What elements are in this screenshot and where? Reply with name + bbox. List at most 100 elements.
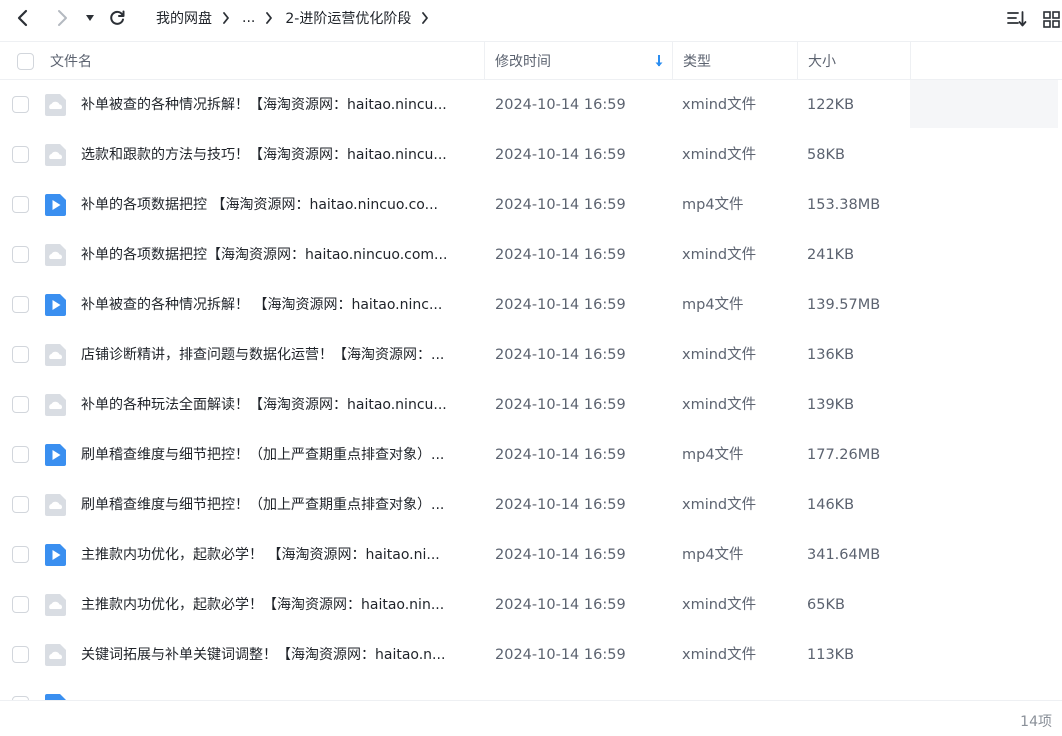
row-checkbox[interactable]: [12, 446, 29, 463]
row-checkbox[interactable]: [12, 396, 29, 413]
modified-time: 2024-10-14 16:59: [495, 147, 626, 163]
file-size: 153.38MB: [807, 197, 881, 213]
column-divider[interactable]: [672, 42, 673, 80]
file-row[interactable]: 补单的各种玩法全面解读！【海淘资源网：haitao.nincu... 2024-1…: [0, 380, 1062, 430]
file-name[interactable]: 补单的各项数据把控 【海淘资源网：haitao.nincuo.co...: [81, 195, 476, 215]
document-file-icon: [45, 94, 66, 116]
file-name[interactable]: 刷单稽查维度与细节把控！（加上严查期重点排查对象）...: [81, 445, 476, 465]
row-checkbox[interactable]: [12, 646, 29, 663]
column-divider[interactable]: [797, 42, 798, 80]
row-checkbox[interactable]: [12, 246, 29, 263]
file-size: 65KB: [807, 597, 845, 613]
caret-down-icon: [86, 15, 94, 21]
row-checkbox[interactable]: [12, 346, 29, 363]
row-checkbox[interactable]: [12, 596, 29, 613]
file-type: xmind文件: [682, 147, 757, 163]
breadcrumb-current[interactable]: 2-进阶运营优化阶段: [285, 8, 411, 28]
file-row[interactable]: 补单被查的各种情况拆解！【海淘资源网：haitao.nincu... 2024-1…: [0, 80, 1062, 130]
file-size: 136KB: [807, 347, 855, 363]
file-row[interactable]: 补单的各项数据把控【海淘资源网：haitao.nincuo.com... 2024…: [0, 230, 1062, 280]
file-row[interactable]: 补单的各项数据把控 【海淘资源网：haitao.nincuo.co... 2024…: [0, 180, 1062, 230]
document-file-icon: [45, 344, 66, 366]
file-size: 58KB: [807, 147, 845, 163]
row-checkbox[interactable]: [12, 546, 29, 563]
breadcrumb-root[interactable]: 我的网盘: [156, 8, 212, 28]
grid-view-icon: [1042, 10, 1060, 28]
file-row[interactable]: 刷单稽查维度与细节把控！（加上严查期重点排查对象）... 2024-10-14 1…: [0, 480, 1062, 530]
file-type: mp4文件: [682, 447, 744, 463]
file-name[interactable]: 关键词拓展与补单关键词调整！【海淘资源网：haitao.n...: [81, 645, 476, 665]
file-name[interactable]: 补单被查的各种情况拆解！【海淘资源网：haitao.nincu...: [81, 95, 476, 115]
select-all-checkbox[interactable]: [17, 42, 34, 80]
file-name[interactable]: 店铺诊断精讲，排查问题与数据化运营！【海淘资源网：...: [81, 345, 476, 365]
file-size: 241KB: [807, 247, 855, 263]
file-row[interactable]: 关键词拓展与补单关键词调整！【海淘资源网：haitao.n... 2024-10-…: [0, 630, 1062, 680]
row-checkbox[interactable]: [12, 496, 29, 513]
file-type: xmind文件: [682, 597, 757, 613]
breadcrumb: 我的网盘 ... 2-进阶运营优化阶段: [156, 7, 441, 29]
file-row[interactable]: 刷单稽查维度与细节把控！（加上严查期重点排查对象）... 2024-10-14 1…: [0, 430, 1062, 480]
sort-desc-arrow-icon[interactable]: [654, 42, 664, 80]
file-name[interactable]: 补单的各项数据把控【海淘资源网：haitao.nincuo.com...: [81, 245, 476, 265]
row-checkbox[interactable]: [12, 96, 29, 113]
status-bar: 14项: [0, 700, 1062, 736]
toolbar: 我的网盘 ... 2-进阶运营优化阶段: [0, 0, 1062, 36]
document-file-icon: [45, 594, 66, 616]
file-size: 139.57MB: [807, 297, 881, 313]
grid-view-button[interactable]: [1040, 8, 1062, 30]
file-row[interactable]: 主推款内功优化，起款必学！【海淘资源网：haitao.nin... 2024-10…: [0, 580, 1062, 630]
modified-time: 2024-10-14 16:59: [495, 597, 626, 613]
column-header-size[interactable]: 大小: [808, 42, 836, 80]
sort-list-icon: [1007, 11, 1027, 27]
history-dropdown-button[interactable]: [80, 6, 100, 30]
row-checkbox[interactable]: [12, 146, 29, 163]
chevron-left-icon: [17, 9, 28, 27]
back-button[interactable]: [11, 6, 35, 30]
modified-time: 2024-10-14 16:59: [495, 297, 626, 313]
file-row[interactable]: 补单被查的各种情况拆解！ 【海淘资源网：haitao.ninc... 2024-1…: [0, 280, 1062, 330]
modified-time: 2024-10-14 16:59: [495, 647, 626, 663]
file-row[interactable]: [0, 680, 1062, 700]
file-type: mp4文件: [682, 197, 744, 213]
modified-time: 2024-10-14 16:59: [495, 397, 626, 413]
row-checkbox[interactable]: [12, 196, 29, 213]
file-row[interactable]: 选款和跟款的方法与技巧！【海淘资源网：haitao.nincu... 2024-1…: [0, 130, 1062, 180]
file-type: mp4文件: [682, 297, 744, 313]
file-name[interactable]: 补单的各种玩法全面解读！【海淘资源网：haitao.nincu...: [81, 395, 476, 415]
document-file-icon: [45, 244, 66, 266]
file-name[interactable]: 选款和跟款的方法与技巧！【海淘资源网：haitao.nincu...: [81, 145, 476, 165]
column-divider[interactable]: [910, 42, 911, 80]
file-row[interactable]: 主推款内功优化，起款必学！ 【海淘资源网：haitao.ni... 2024-10…: [0, 530, 1062, 580]
file-row[interactable]: 店铺诊断精讲，排查问题与数据化运营！【海淘资源网：... 2024-10-14 1…: [0, 330, 1062, 380]
file-type: xmind文件: [682, 497, 757, 513]
refresh-button[interactable]: [105, 6, 129, 30]
modified-time: 2024-10-14 16:59: [495, 447, 626, 463]
file-name[interactable]: 补单被查的各种情况拆解！ 【海淘资源网：haitao.ninc...: [81, 295, 476, 315]
file-name[interactable]: 刷单稽查维度与细节把控！（加上严查期重点排查对象）...: [81, 495, 476, 515]
file-size: 113KB: [807, 647, 855, 663]
item-count: 14项: [1020, 714, 1052, 730]
forward-button[interactable]: [50, 6, 74, 30]
file-list: 补单被查的各种情况拆解！【海淘资源网：haitao.nincu... 2024-1…: [0, 80, 1062, 700]
modified-time: 2024-10-14 16:59: [495, 347, 626, 363]
file-name[interactable]: 主推款内功优化，起款必学！【海淘资源网：haitao.nin...: [81, 595, 476, 615]
file-size: 139KB: [807, 397, 855, 413]
breadcrumb-ellipsis[interactable]: ...: [242, 10, 255, 26]
file-type: xmind文件: [682, 397, 757, 413]
file-type: xmind文件: [682, 97, 757, 113]
column-header-name[interactable]: 文件名: [50, 42, 92, 80]
file-type: xmind文件: [682, 647, 757, 663]
column-divider[interactable]: [484, 42, 485, 80]
file-type: mp4文件: [682, 547, 744, 563]
row-checkbox[interactable]: [12, 296, 29, 313]
file-size: 341.64MB: [807, 547, 881, 563]
column-header-modified[interactable]: 修改时间: [495, 42, 551, 80]
file-name[interactable]: 主推款内功优化，起款必学！ 【海淘资源网：haitao.ni...: [81, 545, 476, 565]
sort-button[interactable]: [1006, 8, 1028, 30]
file-list-header: 文件名 修改时间 类型 大小: [0, 41, 1062, 80]
file-size: 177.26MB: [807, 447, 881, 463]
video-file-icon: [45, 294, 66, 316]
checkbox[interactable]: [17, 52, 34, 70]
modified-time: 2024-10-14 16:59: [495, 547, 626, 563]
column-header-type[interactable]: 类型: [683, 42, 711, 80]
